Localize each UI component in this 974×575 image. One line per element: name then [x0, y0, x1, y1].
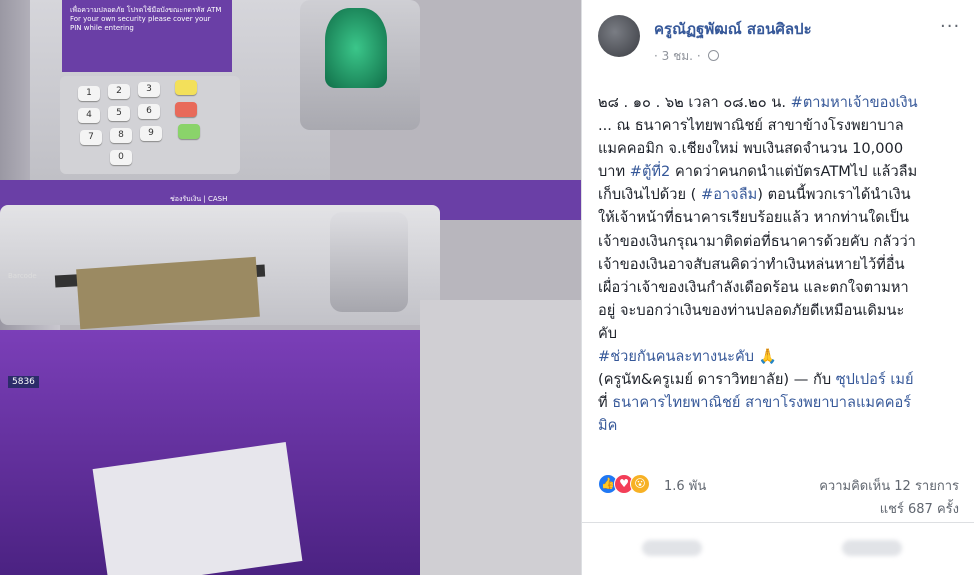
atm-key-clear [175, 80, 197, 95]
place-link[interactable]: ธนาคารไทยพาณิชย์ สาขาโรงพยาบาลแมคคอร์ มิ… [598, 394, 911, 434]
post-panel: ครูณัฏฐพัฒณ์ สอนศิลปะ · 3 ชม. · ··· ๒๘ .… [581, 0, 974, 575]
atm-key: 3 [138, 82, 160, 97]
atm-key: 6 [138, 104, 160, 119]
tagged-user-link[interactable]: ซุปเปอร์ เมย์ [836, 371, 914, 388]
atm-key: 5 [108, 106, 130, 121]
atm-key: 8 [110, 128, 132, 143]
blurred-action [642, 540, 702, 556]
atm-key: 4 [78, 108, 100, 123]
post-text-segment: ๒๘ . ๑๐ . ๖๒ เวลา ๐๘.๒๐ น. [598, 94, 791, 111]
atm-key-cancel [175, 102, 197, 117]
hashtag-link[interactable]: #อาจลืม [701, 186, 757, 203]
meta-dot: · [696, 49, 701, 63]
atm-key-enter [178, 124, 200, 139]
atm-security-notice: เพื่อความปลอดภัย โปรดใช้มือบังขณะกดรหัส … [62, 0, 232, 72]
shares-count[interactable]: แชร์ 687 ครั้ง [880, 498, 959, 519]
hashtag-link[interactable]: #ตามหาเจ้าของเงิน [791, 94, 918, 111]
post-meta: · 3 ชม. · [654, 47, 720, 66]
post-timestamp[interactable]: 3 ชม. [662, 49, 693, 63]
atm-key: 0 [110, 150, 132, 165]
globe-icon [708, 50, 720, 61]
post-photo[interactable]: เพื่อความปลอดภัย โปรดใช้มือบังขณะกดรหัส … [0, 0, 581, 575]
divider [582, 522, 974, 523]
floor [420, 300, 581, 575]
banknotes [76, 256, 260, 330]
atm-display-number: 5836 [8, 376, 39, 388]
hashtag-link[interactable]: #ช่วยกันคนละทางนะคับ [598, 348, 754, 365]
post-text-segment: ที่ [598, 394, 608, 412]
post-text: ๒๘ . ๑๐ . ๖๒ เวลา ๐๘.๒๐ น. #ตามหาเจ้าของ… [598, 91, 966, 437]
more-options-icon[interactable]: ··· [940, 16, 960, 37]
atm-key: 2 [108, 84, 130, 99]
atm-key: 9 [140, 126, 162, 141]
reaction-count[interactable]: 1.6 พัน [664, 475, 706, 496]
cash-slot-label: ช่องรับเงิน | CASH [170, 195, 228, 203]
avatar[interactable] [598, 15, 640, 57]
atm-keypad: 1 2 3 4 5 6 7 8 9 0 [60, 76, 240, 174]
receipt-label: Barcode [8, 272, 37, 280]
atm-key: 1 [78, 86, 100, 101]
hashtag-link[interactable]: #ตู้ที่2 [630, 163, 671, 180]
meta-dot: · [654, 49, 658, 63]
wow-icon: 😮 [630, 474, 650, 494]
comments-count[interactable]: ความคิดเห็น 12 รายการ [819, 475, 959, 496]
atm-card-slot [325, 8, 387, 88]
blurred-action [842, 540, 902, 556]
post-author[interactable]: ครูณัฏฐพัฒณ์ สอนศิลปะ [654, 17, 812, 41]
receipt-slot [330, 212, 408, 312]
post-text-segment: ) ตอนนี้พวกเราได้นำเงิน ให้เจ้าหน้าที่ธน… [598, 186, 916, 342]
atm-key: 7 [80, 130, 102, 145]
